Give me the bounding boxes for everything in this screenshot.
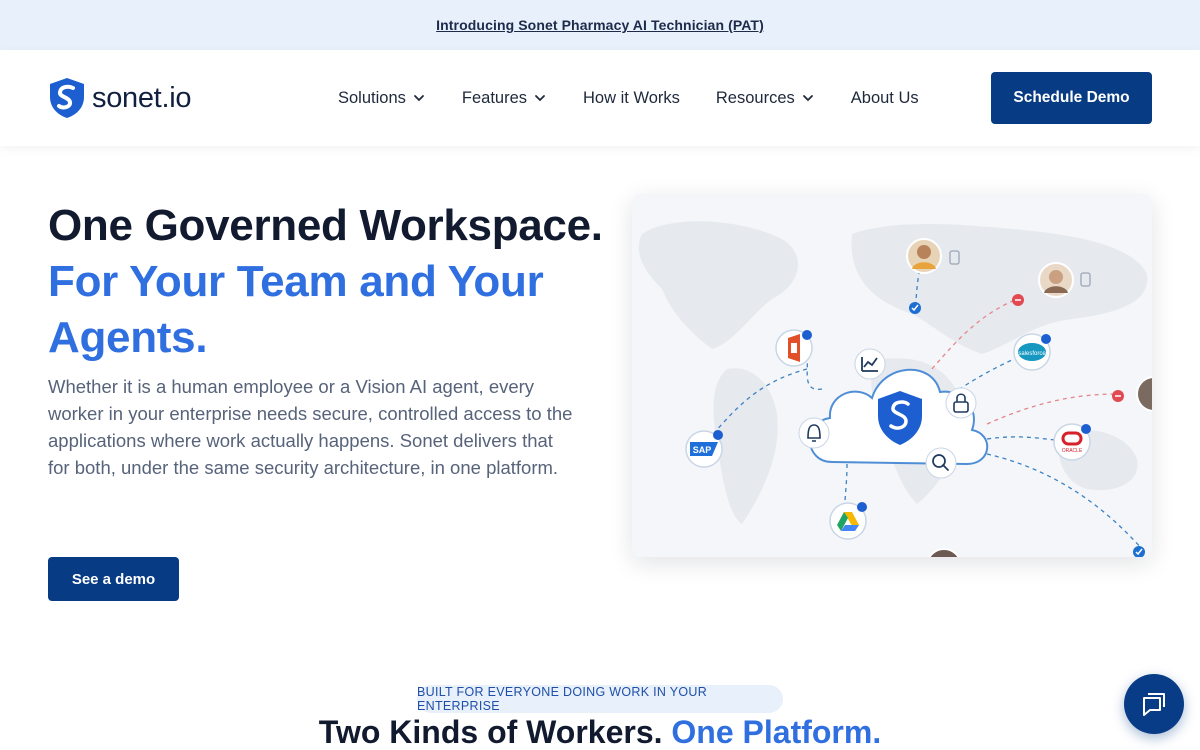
hero-illustration: SAP salesforce ORACLE xyxy=(632,194,1152,557)
hero-title-line1: One Governed Workspace. xyxy=(48,201,603,250)
salesforce-label: salesforce xyxy=(1018,351,1046,357)
hero-section: One Governed Workspace. For Your Team an… xyxy=(0,146,1200,626)
nav-item-label: How it Works xyxy=(583,88,680,107)
nav-item-about-us[interactable]: About Us xyxy=(851,89,919,108)
chevron-down-icon xyxy=(802,95,813,102)
oracle-icon: ORACLE xyxy=(1053,423,1091,461)
nav-item-how-it-works[interactable]: How it Works xyxy=(583,89,680,108)
brand-name: sonet.io xyxy=(92,81,192,114)
bell-icon xyxy=(798,417,830,449)
top-nav: sonet.io Solutions Features How it Works… xyxy=(0,50,1200,146)
user-avatar-icon xyxy=(928,548,960,557)
announcement-link[interactable]: Introducing Sonet Pharmacy AI Technician… xyxy=(436,17,764,33)
nav-item-label: Features xyxy=(461,88,528,107)
nav-links: Solutions Features How it Works Resource… xyxy=(338,89,991,108)
section-title: Two Kinds of Workers. One Platform. xyxy=(0,714,1200,750)
sap-label: SAP xyxy=(693,445,712,455)
hero-title-line2: For Your Team and Your xyxy=(48,257,544,306)
hero-title-line3: Agents. xyxy=(48,313,208,362)
hero-description: Whether it is a human employee or a Visi… xyxy=(48,376,573,478)
nav-item-features[interactable]: Features xyxy=(462,89,547,108)
see-demo-button[interactable]: See a demo xyxy=(48,557,179,601)
network-diagram: SAP salesforce ORACLE xyxy=(638,221,1152,557)
chevron-down-icon xyxy=(413,95,424,102)
check-icon xyxy=(909,302,921,314)
google-drive-icon xyxy=(829,502,867,540)
hero-title: One Governed Workspace. For Your Team an… xyxy=(48,198,603,366)
schedule-demo-button[interactable]: Schedule Demo xyxy=(991,72,1152,124)
shield-s-logo-icon xyxy=(50,78,84,118)
oracle-label: ORACLE xyxy=(1062,448,1083,454)
search-icon xyxy=(925,447,957,479)
lock-icon xyxy=(945,387,977,419)
blocked-icon xyxy=(1012,294,1024,306)
sap-icon: SAP xyxy=(685,430,723,468)
chevron-down-icon xyxy=(535,95,545,102)
nav-item-label: Solutions xyxy=(338,88,406,107)
section-title-part2: One Platform. xyxy=(671,714,882,750)
blocked-icon xyxy=(1112,390,1124,402)
check-icon xyxy=(1133,546,1145,557)
brand-logo[interactable]: sonet.io xyxy=(48,77,338,119)
chat-widget-button[interactable] xyxy=(1124,674,1184,734)
salesforce-icon: salesforce xyxy=(1013,333,1051,371)
chart-icon xyxy=(854,348,886,380)
office-icon xyxy=(775,329,813,367)
section-title-part1: Two Kinds of Workers. xyxy=(318,714,663,750)
nav-item-resources[interactable]: Resources xyxy=(716,89,815,108)
nav-item-label: Resources xyxy=(715,88,795,107)
user-avatar-icon xyxy=(1136,376,1152,412)
nav-item-solutions[interactable]: Solutions xyxy=(338,89,426,108)
announcement-bar: Introducing Sonet Pharmacy AI Technician… xyxy=(0,0,1200,50)
section-eyebrow: BUILT FOR EVERYONE DOING WORK IN YOUR EN… xyxy=(417,685,783,713)
chat-bubble-icon xyxy=(1143,693,1165,716)
nav-item-label: About Us xyxy=(850,88,919,107)
